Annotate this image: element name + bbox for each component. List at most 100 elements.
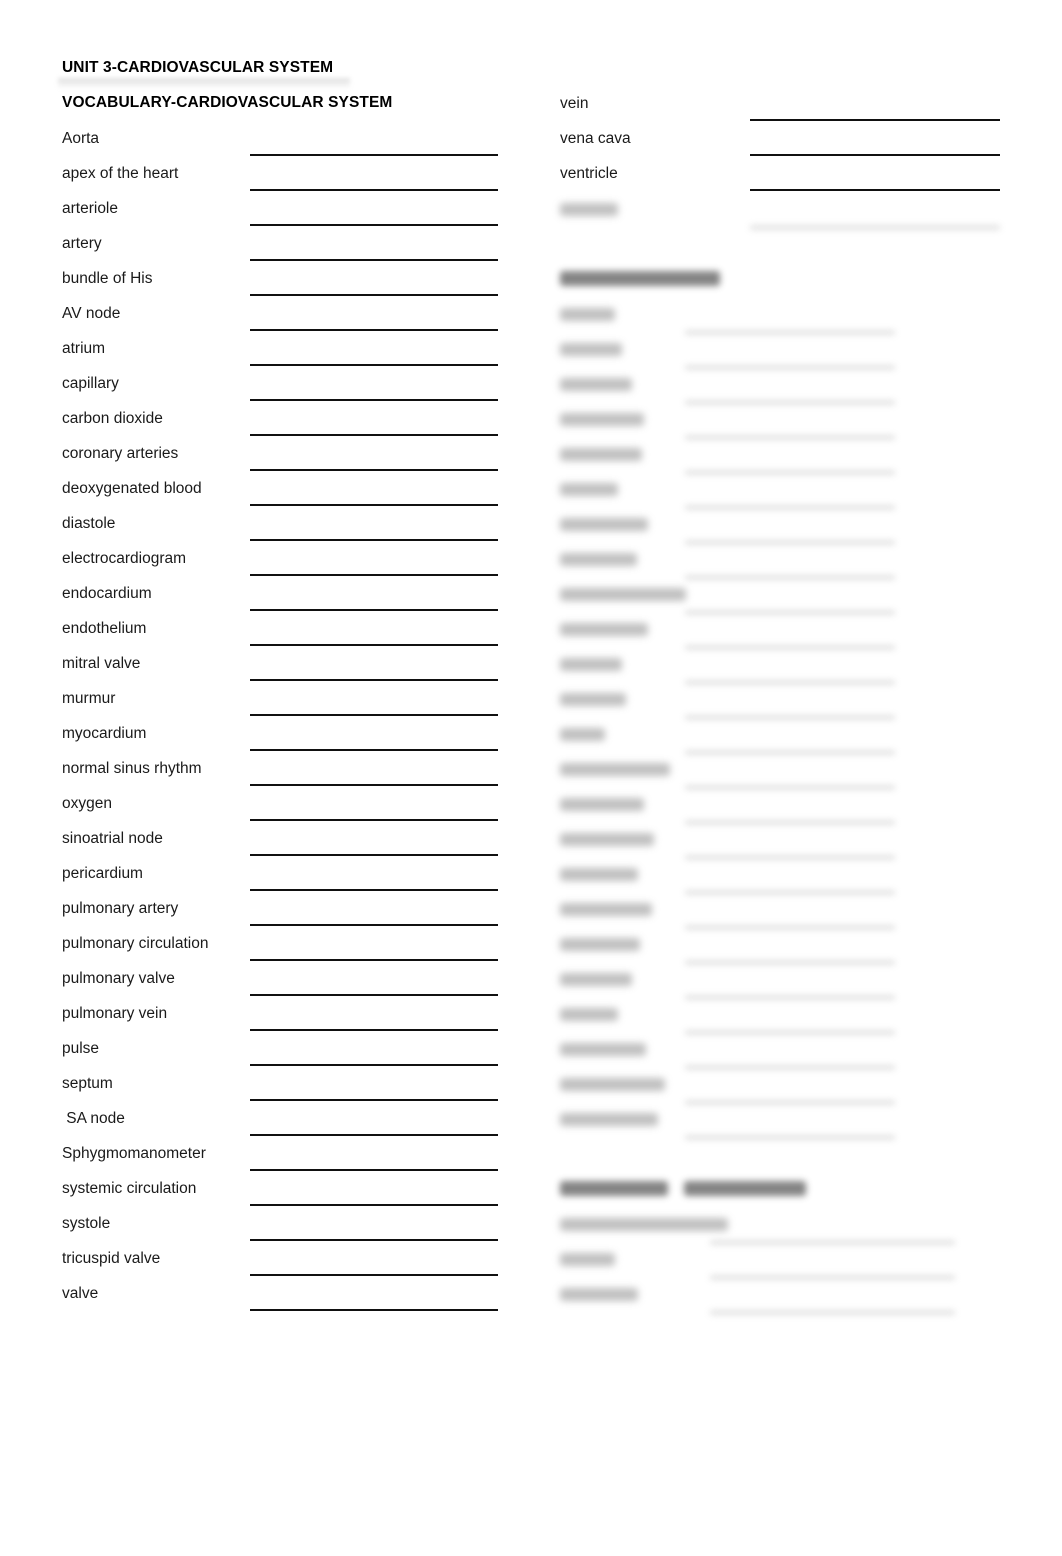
answer-blank-line[interactable] — [250, 434, 498, 436]
vocabulary-term: sinoatrial node — [62, 830, 163, 847]
vocabulary-row: bundle of His — [62, 268, 502, 303]
answer-blank-line[interactable] — [250, 1029, 498, 1031]
redacted-answer-line — [685, 960, 895, 965]
answer-blank-line[interactable] — [250, 924, 498, 926]
vocabulary-row: myocardium — [62, 723, 502, 758]
answer-blank-line[interactable] — [250, 889, 498, 891]
redacted-term — [560, 938, 640, 951]
redacted-answer-line — [685, 1100, 895, 1105]
redacted-row — [560, 408, 1005, 443]
answer-blank-line[interactable] — [250, 854, 498, 856]
answer-blank-line[interactable] — [250, 294, 498, 296]
answer-blank-line[interactable] — [250, 1099, 498, 1101]
vocabulary-row: pulse — [62, 1038, 502, 1073]
vocabulary-term: endothelium — [62, 620, 147, 637]
page-title: UNIT 3-CARDIOVASCULAR SYSTEM — [62, 58, 502, 93]
redacted-section-two-heading — [560, 1173, 1005, 1213]
redacted-row — [560, 583, 1005, 618]
vocabulary-term: arteriole — [62, 200, 118, 217]
vocabulary-row: tricuspid valve — [62, 1248, 502, 1283]
answer-blank-line[interactable] — [250, 504, 498, 506]
redacted-row — [560, 863, 1005, 898]
answer-blank-line[interactable] — [750, 154, 1000, 156]
answer-blank-line[interactable] — [250, 469, 498, 471]
redacted-row — [560, 758, 1005, 793]
vocabulary-row: normal sinus rhythm — [62, 758, 502, 793]
answer-blank-line[interactable] — [250, 1309, 498, 1311]
vocabulary-row: murmur — [62, 688, 502, 723]
vocabulary-term: vein — [560, 95, 589, 112]
answer-blank-line[interactable] — [250, 574, 498, 576]
redacted-row — [560, 933, 1005, 968]
redacted-term — [560, 1288, 638, 1301]
answer-blank-line[interactable] — [250, 189, 498, 191]
answer-blank-line[interactable] — [250, 399, 498, 401]
answer-blank-line[interactable] — [250, 994, 498, 996]
redacted-answer-line — [685, 1135, 895, 1140]
vocabulary-row: mitral valve — [62, 653, 502, 688]
vocabulary-term: carbon dioxide — [62, 410, 163, 427]
redacted-row — [560, 443, 1005, 478]
vocabulary-row: vena cava — [560, 128, 1005, 163]
vocabulary-term: oxygen — [62, 795, 112, 812]
answer-blank-line[interactable] — [250, 644, 498, 646]
vocabulary-row: capillary — [62, 373, 502, 408]
answer-blank-line[interactable] — [250, 609, 498, 611]
vocabulary-term: pulse — [62, 1040, 100, 1057]
answer-blank-line[interactable] — [750, 189, 1000, 191]
vocabulary-row: sinoatrial node — [62, 828, 502, 863]
answer-blank-line[interactable] — [250, 329, 498, 331]
vocabulary-term: myocardium — [62, 725, 147, 742]
redacted-answer-line — [685, 680, 895, 685]
vocabulary-term: tricuspid valve — [62, 1250, 161, 1267]
answer-blank-line[interactable] — [250, 364, 498, 366]
redacted-answer-line — [710, 1240, 955, 1245]
vocabulary-row: oxygen — [62, 793, 502, 828]
redacted-answer-line — [710, 1310, 955, 1315]
answer-blank-line[interactable] — [750, 119, 1000, 121]
answer-blank-line[interactable] — [250, 1064, 498, 1066]
vocabulary-row: arteriole — [62, 198, 502, 233]
answer-blank-line[interactable] — [250, 679, 498, 681]
redacted-answer-line — [685, 995, 895, 1000]
redacted-row — [560, 1003, 1005, 1038]
answer-blank-line[interactable] — [250, 154, 498, 156]
vocabulary-row: pulmonary circulation — [62, 933, 502, 968]
answer-blank-line[interactable] — [250, 224, 498, 226]
redacted-answer-line — [685, 540, 895, 545]
vocabulary-row: AV node — [62, 303, 502, 338]
vocabulary-row: SA node — [62, 1108, 502, 1143]
answer-blank-line[interactable] — [250, 784, 498, 786]
redacted-row — [560, 1283, 1005, 1318]
answer-blank-line[interactable] — [250, 1134, 498, 1136]
redacted-term — [560, 1253, 615, 1266]
vocabulary-term: Aorta — [62, 130, 100, 147]
vocabulary-row: coronary arteries — [62, 443, 502, 478]
redacted-answer-line — [685, 925, 895, 930]
answer-blank-line[interactable] — [250, 714, 498, 716]
redacted-term — [560, 553, 637, 566]
vocabulary-row: vein — [560, 93, 1005, 128]
answer-blank-line[interactable] — [250, 1204, 498, 1206]
answer-blank-line[interactable] — [250, 749, 498, 751]
vocabulary-row: valve — [62, 1283, 502, 1318]
redacted-answer-line — [685, 855, 895, 860]
answer-blank-line[interactable] — [250, 819, 498, 821]
vocabulary-row: pericardium — [62, 863, 502, 898]
redacted-row — [560, 338, 1005, 373]
answer-blank-line[interactable] — [250, 959, 498, 961]
answer-blank-line[interactable] — [250, 539, 498, 541]
answer-blank-line[interactable] — [250, 1169, 498, 1171]
answer-blank-line[interactable] — [250, 259, 498, 261]
redacted-row — [560, 828, 1005, 863]
vocabulary-term: mitral valve — [62, 655, 141, 672]
redacted-answer-line — [685, 435, 895, 440]
vocabulary-term: normal sinus rhythm — [62, 760, 202, 777]
answer-blank-line[interactable] — [250, 1239, 498, 1241]
redacted-term — [560, 518, 648, 531]
vocabulary-term: pulmonary vein — [62, 1005, 168, 1022]
vocabulary-term: coronary arteries — [62, 445, 179, 462]
answer-blank-line[interactable] — [250, 1274, 498, 1276]
vocabulary-row: atrium — [62, 338, 502, 373]
redacted-row — [560, 1038, 1005, 1073]
